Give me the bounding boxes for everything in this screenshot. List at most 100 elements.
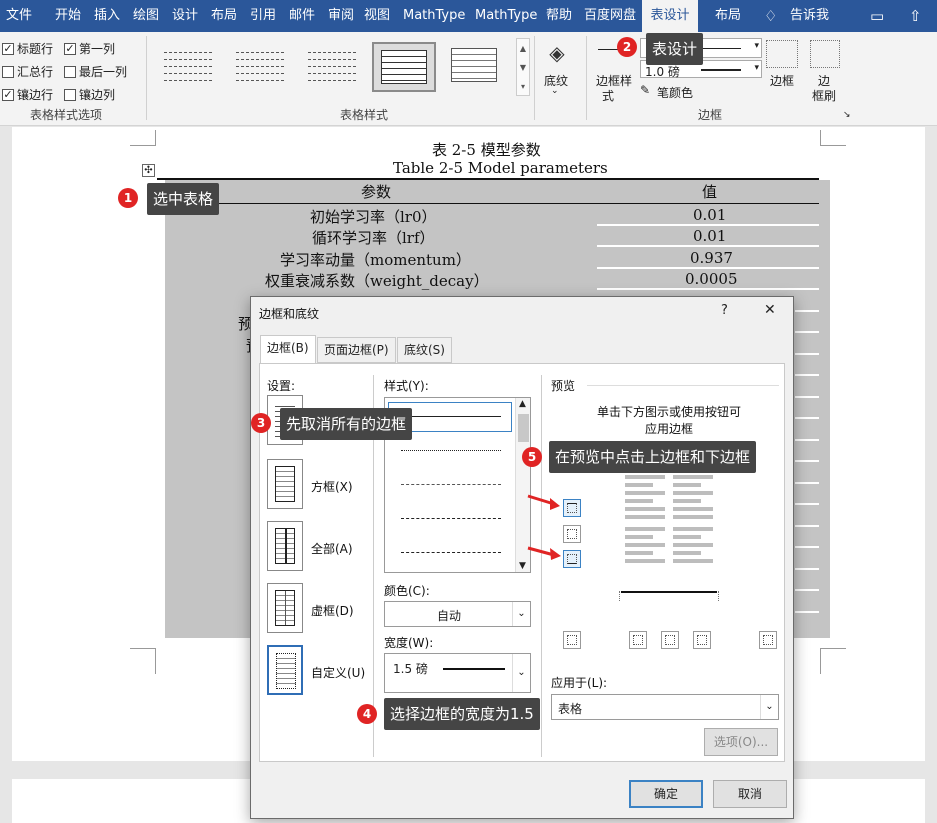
table-style-thumb[interactable] xyxy=(228,42,292,92)
bottom-border-button[interactable] xyxy=(563,550,581,568)
inside-vertical-button[interactable] xyxy=(661,631,679,649)
tab-layout[interactable]: 布局 xyxy=(211,0,237,32)
borders-grid-icon[interactable] xyxy=(766,40,798,68)
callout-width: 选择边框的宽度为1.5 xyxy=(384,698,540,730)
empty-box-icon xyxy=(64,65,76,78)
group-label-table-styles: 表格样式 xyxy=(340,108,389,122)
pen-color-button[interactable]: 笔颜色 xyxy=(657,84,693,101)
setting-custom-label[interactable]: 自定义(U) xyxy=(311,664,365,681)
setting-grid-label[interactable]: 虚框(D) xyxy=(311,602,354,619)
tab-help[interactable]: 帮助 xyxy=(546,0,572,32)
tab-insert[interactable]: 插入 xyxy=(94,0,120,32)
share-icon[interactable]: ⇧ xyxy=(909,0,922,32)
line-style-dotted[interactable] xyxy=(401,450,501,451)
tab-shading[interactable]: 底纹(S) xyxy=(397,337,452,363)
tab-design[interactable]: 设计 xyxy=(172,0,198,32)
page-corner-mark xyxy=(130,130,156,146)
ok-button[interactable]: 确定 xyxy=(629,780,703,808)
tab-references[interactable]: 引用 xyxy=(250,0,276,32)
tab-review[interactable]: 审阅 xyxy=(328,0,354,32)
setting-box-label[interactable]: 方框(X) xyxy=(311,478,353,495)
tab-mailings[interactable]: 邮件 xyxy=(289,0,315,32)
divider xyxy=(587,385,779,386)
setting-custom-icon[interactable] xyxy=(267,645,303,695)
tab-borders[interactable]: 边框(B) xyxy=(260,335,316,363)
diagonal-down-button[interactable] xyxy=(759,631,777,649)
close-button[interactable]: ✕ xyxy=(764,302,776,318)
comment-icon[interactable]: ▭ xyxy=(870,0,884,32)
inside-horizontal-button[interactable] xyxy=(563,525,581,543)
arrow-head xyxy=(550,548,561,560)
top-border-button[interactable] xyxy=(563,499,581,517)
last-column-label: 最后一列 xyxy=(79,65,128,79)
apply-to-label: 应用于(L): xyxy=(551,676,608,690)
table-move-handle-icon[interactable]: ✣ xyxy=(142,164,155,177)
chevron-down-icon: ⌄ xyxy=(512,602,530,626)
borders-button[interactable]: 边框 xyxy=(770,72,794,89)
table-caption-en: Table 2-5 Model parameters xyxy=(393,159,608,177)
line-style-dash[interactable] xyxy=(401,518,501,519)
table-style-thumb[interactable] xyxy=(444,42,508,92)
tab-draw[interactable]: 绘图 xyxy=(133,0,159,32)
empty-box-icon xyxy=(64,88,76,101)
banded-rows-checkbox[interactable]: ✓ 镶边行 xyxy=(2,86,53,103)
lightbulb-icon[interactable]: ♢ xyxy=(764,0,777,32)
first-column-checkbox[interactable]: ✓ 第一列 xyxy=(64,40,115,57)
line-style-dash-dot[interactable] xyxy=(401,552,501,553)
brush-icon[interactable] xyxy=(810,40,840,68)
style-label: 样式(Y): xyxy=(384,379,429,393)
tab-file[interactable]: 文件 xyxy=(6,0,32,32)
help-button[interactable]: ? xyxy=(721,303,728,318)
tab-view[interactable]: 视图 xyxy=(364,0,390,32)
gallery-scroll[interactable]: ▲ ▼ ▾ xyxy=(516,38,530,96)
line-style-dash-small[interactable] xyxy=(401,484,501,485)
preview-label: 预览 xyxy=(551,379,576,393)
tab-baidu[interactable]: 百度网盘 xyxy=(584,0,636,32)
arrow-head xyxy=(550,498,560,510)
tab-mathtype-1[interactable]: MathType xyxy=(403,0,465,32)
setting-all-icon[interactable] xyxy=(267,521,303,571)
cancel-button[interactable]: 取消 xyxy=(713,780,787,808)
color-dropdown[interactable]: 自动 ⌄ xyxy=(384,601,531,627)
header-row-checkbox[interactable]: ✓ 标题行 xyxy=(2,40,53,57)
tab-table-layout[interactable]: 布局 xyxy=(715,0,741,32)
table-style-thumb[interactable] xyxy=(156,42,220,92)
tell-me[interactable]: 告诉我 xyxy=(790,0,829,32)
setting-box-icon[interactable] xyxy=(267,459,303,509)
tab-page-border[interactable]: 页面边框(P) xyxy=(317,337,396,363)
row-value: 0.937 xyxy=(690,249,733,267)
callout-preview: 在预览中点击上边框和下边框 xyxy=(549,441,757,473)
step-badge: 3 xyxy=(251,413,271,433)
apply-to-dropdown[interactable]: 表格 ⌄ xyxy=(551,694,779,720)
paint-bucket-icon[interactable]: ◈ xyxy=(542,40,572,66)
row-param: 学习率动量（momentum） xyxy=(280,251,471,269)
row-param: 初始学习率（lr0） xyxy=(310,208,437,226)
banded-columns-checkbox[interactable]: 镶边列 xyxy=(64,86,115,103)
tab-mathtype-2[interactable]: MathType xyxy=(475,0,537,32)
setting-grid-icon[interactable] xyxy=(267,583,303,633)
preview-sample[interactable] xyxy=(623,473,719,571)
row-value: 0.01 xyxy=(693,227,727,245)
last-column-checkbox[interactable]: 最后一列 xyxy=(64,63,127,80)
right-border-button[interactable] xyxy=(693,631,711,649)
page-corner-mark xyxy=(820,130,846,146)
check-icon: ✓ xyxy=(64,41,76,55)
callout-clear-borders: 先取消所有的边框 xyxy=(280,408,413,440)
dialog-launcher-icon[interactable]: ↘ xyxy=(843,110,851,120)
line-style-solid[interactable] xyxy=(401,416,501,417)
options-button[interactable]: 选项(O)... xyxy=(704,728,778,756)
page-corner-mark xyxy=(820,648,846,674)
tab-home[interactable]: 开始 xyxy=(55,0,81,32)
diagonal-up-button[interactable] xyxy=(563,631,581,649)
table-style-thumb[interactable] xyxy=(300,42,364,92)
divider xyxy=(146,36,147,120)
tab-table-design[interactable]: 表设计 xyxy=(642,0,698,32)
total-row-checkbox[interactable]: 汇总行 xyxy=(2,63,53,80)
table-style-thumb-selected[interactable] xyxy=(372,42,436,92)
chevron-down-icon[interactable]: ⌄ xyxy=(551,86,559,96)
width-dropdown[interactable]: 1.5 磅 ⌄ xyxy=(384,653,531,693)
setting-all-label[interactable]: 全部(A) xyxy=(311,540,353,557)
header-row-label: 标题行 xyxy=(17,42,54,56)
empty-box-icon xyxy=(2,65,14,78)
left-border-button[interactable] xyxy=(629,631,647,649)
